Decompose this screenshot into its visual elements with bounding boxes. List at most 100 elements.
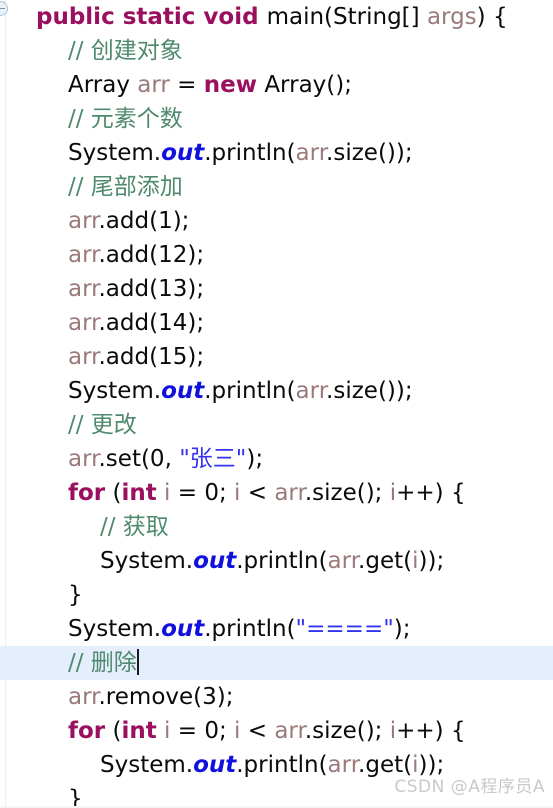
code-token-plain: .println( [204, 140, 296, 166]
code-token-var: args [426, 4, 477, 30]
code-line-indent: Array arr = new Array(); [0, 68, 352, 102]
code-token-var: arr [295, 378, 327, 404]
code-line-indent: arr.add(14); [0, 306, 204, 340]
code-token-plain: ( [105, 718, 122, 744]
code-token-plain: .add(15); [98, 344, 205, 370]
code-token-plain: System. [68, 378, 162, 404]
code-line[interactable]: System.out.println("===="); [0, 612, 553, 646]
code-token-plain: .size()); [326, 140, 413, 166]
code-line-active[interactable]: // 删除 [0, 646, 553, 680]
code-token-plain: .remove(3); [98, 684, 234, 710]
code-line-indent: arr.add(13); [0, 272, 204, 306]
code-line-indent: } [0, 782, 83, 808]
code-token-str: "张三" [179, 446, 247, 472]
code-token-plain: .println( [236, 548, 328, 574]
code-token-plain: .add(14); [98, 310, 205, 336]
code-token-var: arr [68, 344, 99, 370]
code-line-indent: arr.add(15); [0, 340, 204, 374]
code-token-plain: .size()); [326, 378, 413, 404]
code-token-kw: public static void [36, 4, 267, 30]
code-line-indent: arr.add(12); [0, 238, 204, 272]
code-token-plain: .add(12); [98, 242, 205, 268]
code-token-plain: ) { [476, 4, 508, 30]
code-line-indent: arr.remove(3); [0, 680, 233, 714]
code-token-fld: out [161, 140, 205, 166]
code-line-indent: for (int i = 0; i < arr.size(); i++) { [0, 476, 466, 510]
code-token-cmt: // 尾部添加 [68, 174, 183, 200]
code-token-plain: ( [105, 480, 122, 506]
code-token-plain: .println( [204, 616, 296, 642]
code-token-fld: out [161, 378, 205, 404]
code-line[interactable]: arr.add(13); [0, 272, 553, 306]
code-token-plain: < [240, 480, 275, 506]
code-token-plain: < [240, 718, 275, 744]
code-token-var: arr [68, 242, 99, 268]
code-line-indent: arr.add(1); [0, 204, 189, 238]
code-token-plain: } [68, 582, 83, 608]
code-line[interactable]: // 元素个数 [0, 102, 553, 136]
code-token-plain: ); [393, 616, 411, 642]
code-token-plain: .size(); [304, 718, 390, 744]
code-token-plain: System. [100, 548, 194, 574]
code-editor[interactable]: public static void main(String[] args) {… [0, 0, 553, 808]
csdn-watermark: CSDN @A程序员A [394, 777, 545, 797]
code-token-plain: System. [68, 140, 162, 166]
code-token-kw: int [121, 480, 157, 506]
code-line[interactable]: } [0, 578, 553, 612]
code-token-var: arr [68, 208, 99, 234]
code-line-indent: System.out.println(arr.size()); [0, 374, 413, 408]
code-line[interactable]: System.out.println(arr.get(i)); [0, 544, 553, 578]
code-line[interactable]: Array arr = new Array(); [0, 68, 553, 102]
code-line-indent: // 元素个数 [0, 102, 183, 136]
code-line[interactable]: // 尾部添加 [0, 170, 553, 204]
code-token-plain: = [169, 72, 204, 98]
code-token-kw: for [68, 480, 106, 506]
code-token-cmt: // 删除 [68, 650, 137, 676]
code-line[interactable]: for (int i = 0; i < arr.size(); i++) { [0, 714, 553, 748]
code-token-plain: )); [418, 548, 445, 574]
code-token-plain: .get( [358, 548, 413, 574]
code-line-indent: // 更改 [0, 408, 137, 442]
code-token-fld: out [193, 752, 237, 778]
code-line[interactable]: arr.set(0, "张三"); [0, 442, 553, 476]
code-line[interactable]: // 更改 [0, 408, 553, 442]
code-token-kw: new [203, 72, 258, 98]
code-line-indent: public static void main(String[] args) { [0, 0, 508, 34]
code-token-var: arr [274, 718, 305, 744]
code-token-plain: .println( [204, 378, 296, 404]
code-line[interactable]: // 创建对象 [0, 34, 553, 68]
code-token-kw: for [68, 718, 106, 744]
code-line[interactable]: // 获取 [0, 510, 553, 544]
code-line[interactable]: public static void main(String[] args) { [0, 0, 553, 34]
text-caret [136, 649, 139, 675]
code-line-indent: for (int i = 0; i < arr.size(); i++) { [0, 714, 466, 748]
code-token-plain: System. [100, 752, 194, 778]
code-line[interactable]: arr.add(15); [0, 340, 553, 374]
code-line[interactable]: arr.add(14); [0, 306, 553, 340]
code-token-plain: .add(1); [98, 208, 190, 234]
code-line-indent: System.out.println("===="); [0, 612, 411, 646]
code-line-indent: arr.set(0, "张三"); [0, 442, 263, 476]
code-token-plain: = 0; [170, 480, 235, 506]
code-token-var: arr [68, 446, 99, 472]
code-token-plain: ); [246, 446, 264, 472]
code-token-kw: int [121, 718, 157, 744]
code-line[interactable]: arr.add(1); [0, 204, 553, 238]
code-line[interactable]: arr.add(12); [0, 238, 553, 272]
code-token-plain: ++) { [396, 718, 466, 744]
code-line[interactable]: System.out.println(arr.size()); [0, 136, 553, 170]
code-line[interactable]: arr.remove(3); [0, 680, 553, 714]
code-line-indent: // 创建对象 [0, 34, 183, 68]
code-content[interactable]: public static void main(String[] args) {… [0, 0, 553, 808]
code-line-indent: } [0, 578, 83, 612]
code-token-plain: main(String[] [266, 4, 427, 30]
code-token-var: arr [68, 684, 99, 710]
code-token-var: arr [274, 480, 305, 506]
code-line[interactable]: for (int i = 0; i < arr.size(); i++) { [0, 476, 553, 510]
code-token-plain: .set(0, [98, 446, 180, 472]
code-token-plain: .add(13); [98, 276, 205, 302]
code-line-indent: // 尾部添加 [0, 170, 183, 204]
code-line[interactable]: System.out.println(arr.size()); [0, 374, 553, 408]
